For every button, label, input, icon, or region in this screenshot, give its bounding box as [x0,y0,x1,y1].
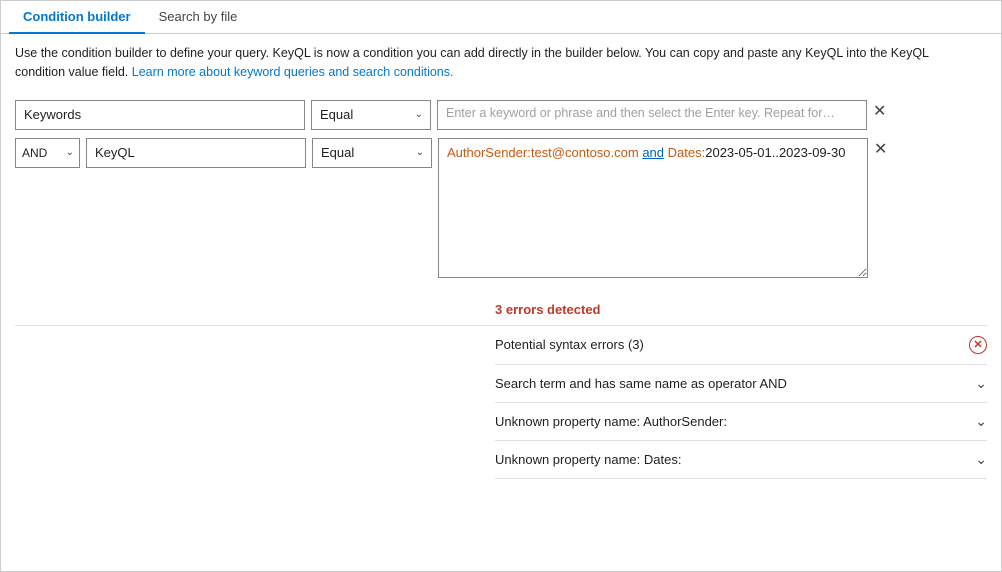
condition-builder-area: Equal Not equal Contains ⌄ Enter a keywo… [1,90,1001,296]
error-item-1[interactable]: Search term and has same name as operato… [495,365,987,402]
error-item-2-label: Unknown property name: AuthorSender: [495,414,727,429]
condition-row-2: AND OR ⌄ Equal Not equal ⌄ AuthorSender:… [15,138,987,278]
keywords-clear-button[interactable]: ✕ [867,100,892,124]
error-group: Potential syntax errors (3) ✕ Search ter… [495,326,987,479]
conjunction-select[interactable]: AND OR [15,138,80,168]
tab-bar: Condition builder Search by file [1,1,1001,34]
keyql-and-keyword: and [642,145,664,160]
errors-count-label: 3 errors detected [495,302,987,317]
condition-row-1: Equal Not equal Contains ⌄ Enter a keywo… [15,100,987,130]
keywords-value-placeholder[interactable]: Enter a keyword or phrase and then selec… [437,100,867,130]
error-item-2-chevron-icon: ⌄ [975,413,987,430]
error-item-3-label: Unknown property name: Dates: [495,452,681,467]
keyql-author-sender: AuthorSender: [447,145,531,160]
error-item-3-chevron-icon: ⌄ [975,451,987,468]
error-item-2[interactable]: Unknown property name: AuthorSender: ⌄ [495,403,987,440]
error-circle-x-icon: ✕ [969,336,987,354]
keyql-clear-button[interactable]: ✕ [868,138,893,162]
error-item-3[interactable]: Unknown property name: Dates: ⌄ [495,441,987,478]
keyql-dates: Dates: [668,145,706,160]
keywords-operator-select[interactable]: Equal Not equal Contains [311,100,431,130]
keywords-operator-wrapper: Equal Not equal Contains ⌄ [311,100,431,130]
keywords-field-input[interactable] [15,100,305,130]
keyql-value-display[interactable]: AuthorSender:test@contoso.com and Dates:… [438,138,868,278]
keyql-operator-select[interactable]: Equal Not equal [312,138,432,168]
divider-4 [495,478,987,479]
keyql-field-input[interactable] [86,138,306,168]
errors-section: 3 errors detected Potential syntax error… [15,302,987,479]
keyql-email: test@contoso.com [531,145,639,160]
error-item-1-label: Search term and has same name as operato… [495,376,787,391]
keyql-operator-wrapper: Equal Not equal ⌄ [312,138,432,168]
tab-condition-builder[interactable]: Condition builder [9,1,145,34]
keyql-date-range: 2023-05-01..2023-09-30 [705,145,845,160]
conjunction-wrapper: AND OR ⌄ [15,138,80,168]
keyql-value-container: AuthorSender:test@contoso.com and Dates:… [438,138,893,278]
tab-search-by-file[interactable]: Search by file [145,1,252,34]
error-group-title: Potential syntax errors (3) [495,337,644,352]
keywords-value-area: Enter a keyword or phrase and then selec… [437,100,892,130]
error-item-1-chevron-icon: ⌄ [975,375,987,392]
error-group-header: Potential syntax errors (3) ✕ [495,326,987,364]
description-text: Use the condition builder to define your… [1,34,981,90]
learn-more-link[interactable]: Learn more about keyword queries and sea… [132,65,454,79]
